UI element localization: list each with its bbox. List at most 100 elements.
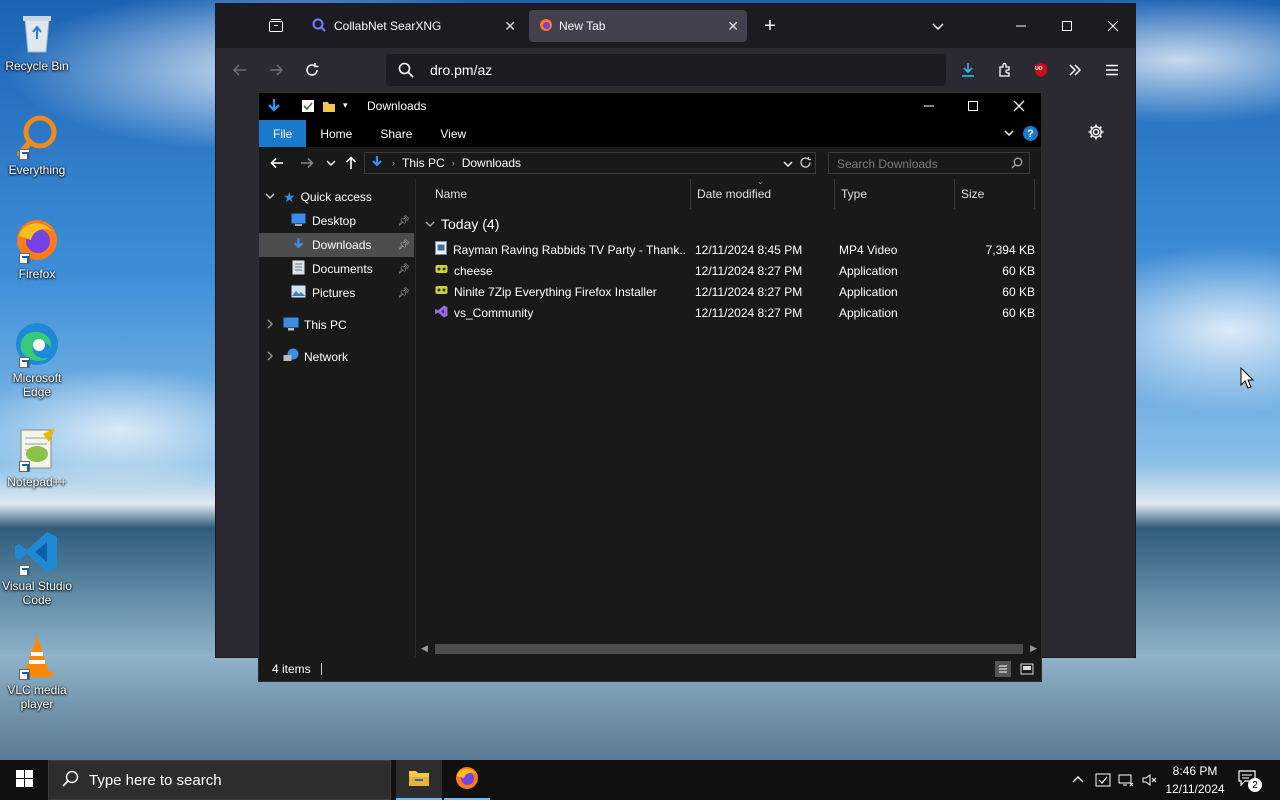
refresh-icon[interactable] xyxy=(799,156,812,172)
new-tab-button[interactable]: + xyxy=(756,12,784,40)
pin-icon[interactable]: 📌︎ xyxy=(397,288,410,299)
column-header-name[interactable]: Name xyxy=(429,179,691,209)
file-row[interactable]: Ninite 7Zip Everything Firefox Installer… xyxy=(427,281,1035,302)
horizontal-scrollbar[interactable]: ◀ ▶ xyxy=(417,640,1041,657)
nav-downloads[interactable]: Downloads 📌︎ xyxy=(259,233,414,257)
back-arrow-icon[interactable] xyxy=(270,156,284,173)
back-icon[interactable] xyxy=(226,56,254,84)
desktop-icon-vlc[interactable]: VLC media player xyxy=(2,632,72,711)
pin-icon[interactable]: 📌︎ xyxy=(397,216,410,227)
security-tray-icon[interactable] xyxy=(1095,772,1111,791)
file-row[interactable]: cheese 12/11/2024 8:27 PM Application 60… xyxy=(427,260,1035,281)
maximize-icon[interactable] xyxy=(1053,12,1081,40)
taskbar-search-input[interactable]: Type here to search xyxy=(89,772,222,789)
nav-this-pc[interactable]: This PC xyxy=(259,313,414,337)
taskbar-file-explorer[interactable] xyxy=(396,760,442,800)
nav-quick-access[interactable]: ★ Quick access xyxy=(259,185,414,209)
tab-new-tab[interactable]: New Tab ✕ xyxy=(529,10,747,42)
nav-documents[interactable]: Documents 📌︎ xyxy=(259,257,414,281)
ublock-origin-icon[interactable]: UO xyxy=(1027,56,1055,84)
ribbon-tab-file[interactable]: File xyxy=(259,120,307,147)
taskbar-firefox[interactable] xyxy=(444,760,490,800)
tab-searxng[interactable]: CollabNet SearXNG ✕ xyxy=(302,10,524,42)
ribbon-tab-view[interactable]: View xyxy=(426,120,480,147)
status-divider xyxy=(320,663,322,675)
reload-icon[interactable] xyxy=(298,56,326,84)
group-header-today[interactable]: Today (4) xyxy=(425,216,499,232)
large-icons-view-icon[interactable] xyxy=(1019,661,1035,680)
pin-icon[interactable]: 📌︎ xyxy=(397,264,410,275)
close-tab-icon[interactable]: ✕ xyxy=(504,18,516,35)
expand-chevron-icon[interactable] xyxy=(265,318,279,332)
taskbar-search-box[interactable]: Type here to search xyxy=(48,760,391,800)
scroll-left-icon[interactable]: ◀ xyxy=(421,643,428,654)
desktop-icon-notepadpp[interactable]: Notepad++ xyxy=(2,424,72,489)
breadcrumb-this-pc[interactable]: This PC xyxy=(402,156,445,170)
breadcrumb-downloads[interactable]: Downloads xyxy=(462,156,521,170)
properties-quick-icon[interactable] xyxy=(301,99,315,116)
ribbon-tab-share[interactable]: Share xyxy=(366,120,426,147)
clock[interactable]: 8:46 PM 12/11/2024 xyxy=(1160,763,1230,797)
start-button[interactable] xyxy=(0,760,48,800)
file-row[interactable]: Rayman Raving Rabbids TV Party - Thank..… xyxy=(427,239,1035,260)
tab-label: New Tab xyxy=(559,19,606,33)
column-header-date-modified[interactable]: Date modified ⌄ xyxy=(691,177,835,209)
address-dropdown-icon[interactable] xyxy=(783,158,793,172)
help-icon[interactable]: ? xyxy=(1023,126,1038,141)
tab-overview-icon[interactable] xyxy=(262,12,290,40)
nav-desktop[interactable]: Desktop 📌︎ xyxy=(259,209,414,233)
up-arrow-icon[interactable] xyxy=(344,156,358,173)
customize-quick-access-icon[interactable]: ▾ xyxy=(343,100,348,111)
file-row[interactable]: vs_Community 12/11/2024 8:27 PM Applicat… xyxy=(427,302,1035,323)
action-center-button[interactable]: 2 xyxy=(1236,768,1264,792)
file-size: 60 KB xyxy=(1002,284,1035,299)
breadcrumb[interactable]: › This PC › Downloads xyxy=(364,152,816,174)
group-collapse-icon[interactable] xyxy=(425,216,435,232)
settings-gear-icon[interactable] xyxy=(1082,118,1110,146)
extensions-puzzle-icon[interactable] xyxy=(991,56,1019,84)
close-tab-icon[interactable]: ✕ xyxy=(727,18,739,35)
close-icon[interactable] xyxy=(1013,100,1025,115)
minimize-icon[interactable] xyxy=(1007,12,1035,40)
network-tray-icon[interactable] xyxy=(1118,772,1134,791)
url-text: dro.pm/az xyxy=(430,62,493,78)
vscode-icon xyxy=(13,528,61,576)
desktop-icon-firefox[interactable]: Firefox xyxy=(2,216,72,281)
browser-nav-bar: dro.pm/az UO xyxy=(216,48,1135,92)
collapse-chevron-icon[interactable] xyxy=(265,190,279,204)
desktop-icon-recycle-bin[interactable]: Recycle Bin xyxy=(2,8,72,73)
new-folder-quick-icon[interactable] xyxy=(322,99,336,116)
column-header-size[interactable]: Size xyxy=(955,179,1035,209)
column-header-type[interactable]: Type xyxy=(835,179,955,209)
app-menu-icon[interactable] xyxy=(1098,56,1126,84)
status-bar: 4 items xyxy=(259,657,1041,681)
minimize-icon[interactable] xyxy=(923,100,935,115)
list-all-tabs-icon[interactable] xyxy=(924,12,952,40)
forward-icon[interactable] xyxy=(262,56,290,84)
recent-locations-icon[interactable] xyxy=(326,157,336,171)
nav-network[interactable]: Network xyxy=(259,345,414,369)
maximize-icon[interactable] xyxy=(967,100,979,115)
expand-ribbon-icon[interactable] xyxy=(1003,127,1015,142)
address-bar[interactable]: dro.pm/az xyxy=(386,54,946,86)
desktop-icon-everything[interactable]: Everything xyxy=(2,112,72,177)
more-tools-icon[interactable] xyxy=(1061,56,1089,84)
show-hidden-icons-icon[interactable] xyxy=(1071,773,1085,790)
ribbon-tab-home[interactable]: Home xyxy=(306,120,366,147)
downloads-icon[interactable] xyxy=(954,56,982,84)
pin-icon[interactable]: 📌︎ xyxy=(397,240,410,251)
download-arrow-icon xyxy=(370,155,384,172)
volume-muted-icon[interactable] xyxy=(1142,772,1158,791)
desktop-icon-vscode[interactable]: Visual Studio Code xyxy=(2,528,72,607)
video-file-icon xyxy=(435,241,447,258)
details-view-icon[interactable] xyxy=(995,661,1011,677)
search-box[interactable]: Search Downloads xyxy=(828,152,1030,174)
close-icon[interactable] xyxy=(1099,12,1127,40)
scroll-right-icon[interactable]: ▶ xyxy=(1030,643,1037,654)
scrollbar-thumb[interactable] xyxy=(435,644,1023,654)
search-input[interactable]: Search Downloads xyxy=(837,157,938,171)
forward-arrow-icon[interactable] xyxy=(300,156,314,173)
nav-pictures[interactable]: Pictures 📌︎ xyxy=(259,281,414,305)
desktop-icon-edge[interactable]: Microsoft Edge xyxy=(2,320,72,399)
expand-chevron-icon[interactable] xyxy=(265,350,279,364)
